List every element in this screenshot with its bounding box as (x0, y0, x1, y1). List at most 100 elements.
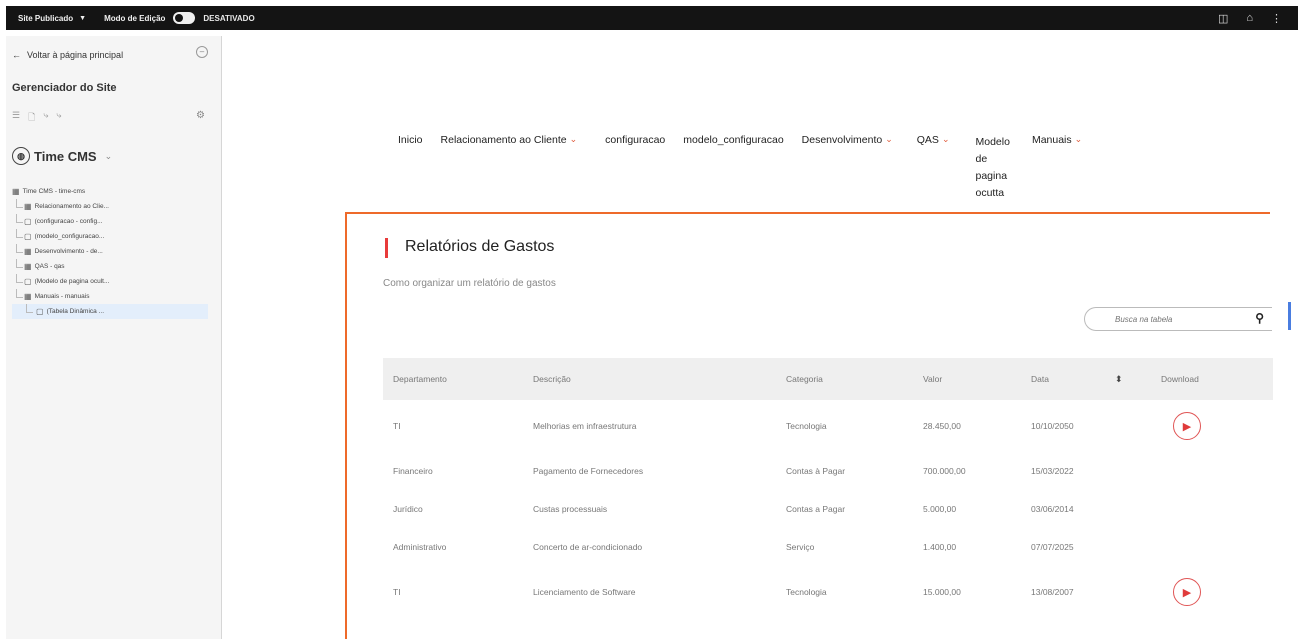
header-descricao[interactable]: Descrição (523, 358, 776, 400)
cell-departamento: TI (393, 587, 401, 597)
back-link[interactable]: ← Voltar à página principal (12, 50, 123, 60)
tree-item[interactable]: ▦ QAS - qas (12, 259, 212, 274)
nav-label: QAS (916, 134, 939, 146)
nav-label: Relacionamento ao Cliente (440, 134, 567, 146)
tree-item-selected[interactable]: ▢ (Tabela Dinâmica ... (12, 304, 208, 319)
cell-download: ▶ (1151, 400, 1273, 452)
cell-departamento: Jurídico (393, 504, 423, 514)
cell-categoria: Tecnologia (786, 587, 827, 597)
site-selector[interactable]: ◍ Time CMS ⌄ (12, 147, 112, 165)
home-icon[interactable]: ⌂ (1246, 12, 1253, 24)
pdf-download-icon[interactable]: ▶ (1173, 578, 1201, 606)
table-row: TI Licenciamento de Software Tecnologia … (383, 566, 1273, 618)
nav-item-desenvolvimento[interactable]: Desenvolvimento ⌄ (802, 134, 893, 202)
nav-label: pagina (975, 170, 1008, 182)
link-icon[interactable]: ⤷ (43, 110, 48, 126)
tree-item-label: Desenvolvimento - de... (34, 248, 103, 255)
site-status-label: Site Publicado (18, 13, 74, 23)
cell-data: 03/06/2014 (1031, 504, 1074, 514)
sort-icon[interactable]: ⬍ (1115, 374, 1123, 384)
table-row: Administrativo Concerto de ar-condiciona… (383, 528, 1273, 566)
nav-item-modelo-pagina-oculta[interactable]: Modelo de pagina ocutta (976, 134, 1010, 202)
page-icon: ▢ (36, 307, 44, 316)
header-valor[interactable]: Valor (913, 358, 1021, 400)
tree-item[interactable]: ▦ Desenvolvimento - de... (12, 244, 212, 259)
focus-indicator (1288, 302, 1291, 330)
cell-data: 15/03/2022 (1031, 466, 1074, 476)
tree-item-label: (Tabela Dinâmica ... (46, 308, 105, 315)
nav-label: Manuais (1031, 134, 1072, 146)
header-data[interactable]: Data ⬍ (1021, 358, 1151, 400)
expense-table: Departamento Descrição Categoria Valor D… (383, 358, 1273, 618)
edit-mode-label: Modo de Edição (104, 13, 166, 23)
tree-item[interactable]: ▦ Relacionamento ao Clie... (12, 199, 212, 214)
more-icon[interactable]: ⋮ (1271, 12, 1282, 25)
cell-valor: 15.000,00 (923, 587, 961, 597)
cell-data: 07/07/2025 (1031, 542, 1074, 552)
gear-icon[interactable]: ⚙ (196, 110, 205, 121)
cell-valor: 5.000,00 (923, 504, 957, 514)
cell-departamento: Financeiro (393, 466, 433, 476)
nav-item-configuracao[interactable]: configuracao (605, 134, 665, 202)
cell-download (1151, 490, 1273, 528)
edit-mode-toggle[interactable] (173, 12, 196, 24)
tree-item[interactable]: ▢ (configuracao - config... (12, 214, 212, 229)
link-alt-icon[interactable]: ⤷ (56, 110, 61, 126)
header-download: Download (1161, 374, 1199, 384)
cell-descricao: Concerto de ar-condicionado (533, 542, 643, 552)
site-manager-sidebar: ← Voltar à página principal – Gerenciado… (6, 36, 222, 639)
search-icon[interactable]: ⚲ (1255, 311, 1264, 325)
cell-descricao: Custas processuais (533, 504, 608, 514)
panel-icon[interactable]: ◫ (1218, 12, 1228, 25)
table-search[interactable]: ⚲ (1084, 307, 1272, 331)
nav-item-modelo-configuracao[interactable]: modelo_configuracao (683, 134, 783, 202)
tree-item-label: Relacionamento ao Clie... (34, 203, 109, 210)
tree-item[interactable]: ▦ Time CMS - time-cms (12, 184, 212, 199)
cell-download: ▶ (1151, 566, 1273, 618)
cell-categoria: Tecnologia (786, 421, 827, 431)
cell-descricao: Melhorias em infraestrutura (533, 421, 637, 431)
collapse-icon[interactable]: – (196, 46, 208, 58)
tree-item[interactable]: ▦ Manuais - manuais (12, 289, 212, 304)
search-input[interactable] (1115, 314, 1225, 324)
page-icon: ▦ (24, 247, 32, 256)
page-icon: ▢ (24, 232, 32, 241)
cell-departamento: TI (393, 421, 401, 431)
nav-label: modelo_configuracao (683, 134, 784, 146)
cell-data: 10/10/2050 (1031, 421, 1074, 431)
nav-item-qas[interactable]: QAS ⌄ (917, 134, 950, 202)
tree-item[interactable]: ▢ (Modelo de pagina ocult... (12, 274, 212, 289)
nav-label: configuracao (605, 134, 666, 146)
main-content: Inicio Relacionamento ao Cliente ⌄ config… (222, 36, 1298, 639)
page-icon: ▦ (12, 187, 20, 196)
tree-item-label: Manuais - manuais (34, 293, 90, 300)
header-departamento[interactable]: Departamento (383, 358, 523, 400)
table-row: TI Melhorias em infraestrutura Tecnologi… (383, 400, 1273, 452)
page-icon: ▢ (24, 217, 32, 226)
cell-valor: 1.400,00 (923, 542, 957, 552)
cell-descricao: Pagamento de Fornecedores (533, 466, 644, 476)
expense-report-panel: Relatórios de Gastos Como organizar um r… (345, 212, 1273, 639)
sidebar-title: Gerenciador do Site (12, 82, 117, 94)
nav-item-inicio[interactable]: Inicio (398, 134, 423, 202)
title-accent-bar (385, 238, 388, 258)
nav-label: Desenvolvimento (801, 134, 883, 146)
nav-item-manuais[interactable]: Manuais ⌄ (1032, 134, 1082, 202)
table-header-row: Departamento Descrição Categoria Valor D… (383, 358, 1273, 400)
arrow-left-icon: ← (12, 50, 21, 60)
page-icon: ▦ (24, 292, 32, 301)
site-status-dropdown[interactable]: Site Publicado ▼ (18, 14, 86, 23)
pdf-download-icon[interactable]: ▶ (1173, 412, 1201, 440)
chevron-down-icon: ▼ (79, 14, 87, 22)
globe-icon: ◍ (12, 147, 30, 165)
nav-item-relacionamento[interactable]: Relacionamento ao Cliente ⌄ (441, 134, 578, 202)
nav-label: Modelo (975, 136, 1010, 148)
tree-item-label: (modelo_configuracao... (34, 233, 105, 240)
tree-item[interactable]: ▢ (modelo_configuracao... (12, 229, 212, 244)
header-categoria[interactable]: Categoria (776, 358, 913, 400)
list-icon[interactable]: ☰ (12, 110, 20, 126)
cell-valor: 28.450,00 (923, 421, 961, 431)
back-label: Voltar à página principal (27, 50, 124, 60)
chevron-down-icon: ⌄ (941, 134, 950, 144)
page-icon[interactable]: 🗋 (28, 110, 35, 126)
